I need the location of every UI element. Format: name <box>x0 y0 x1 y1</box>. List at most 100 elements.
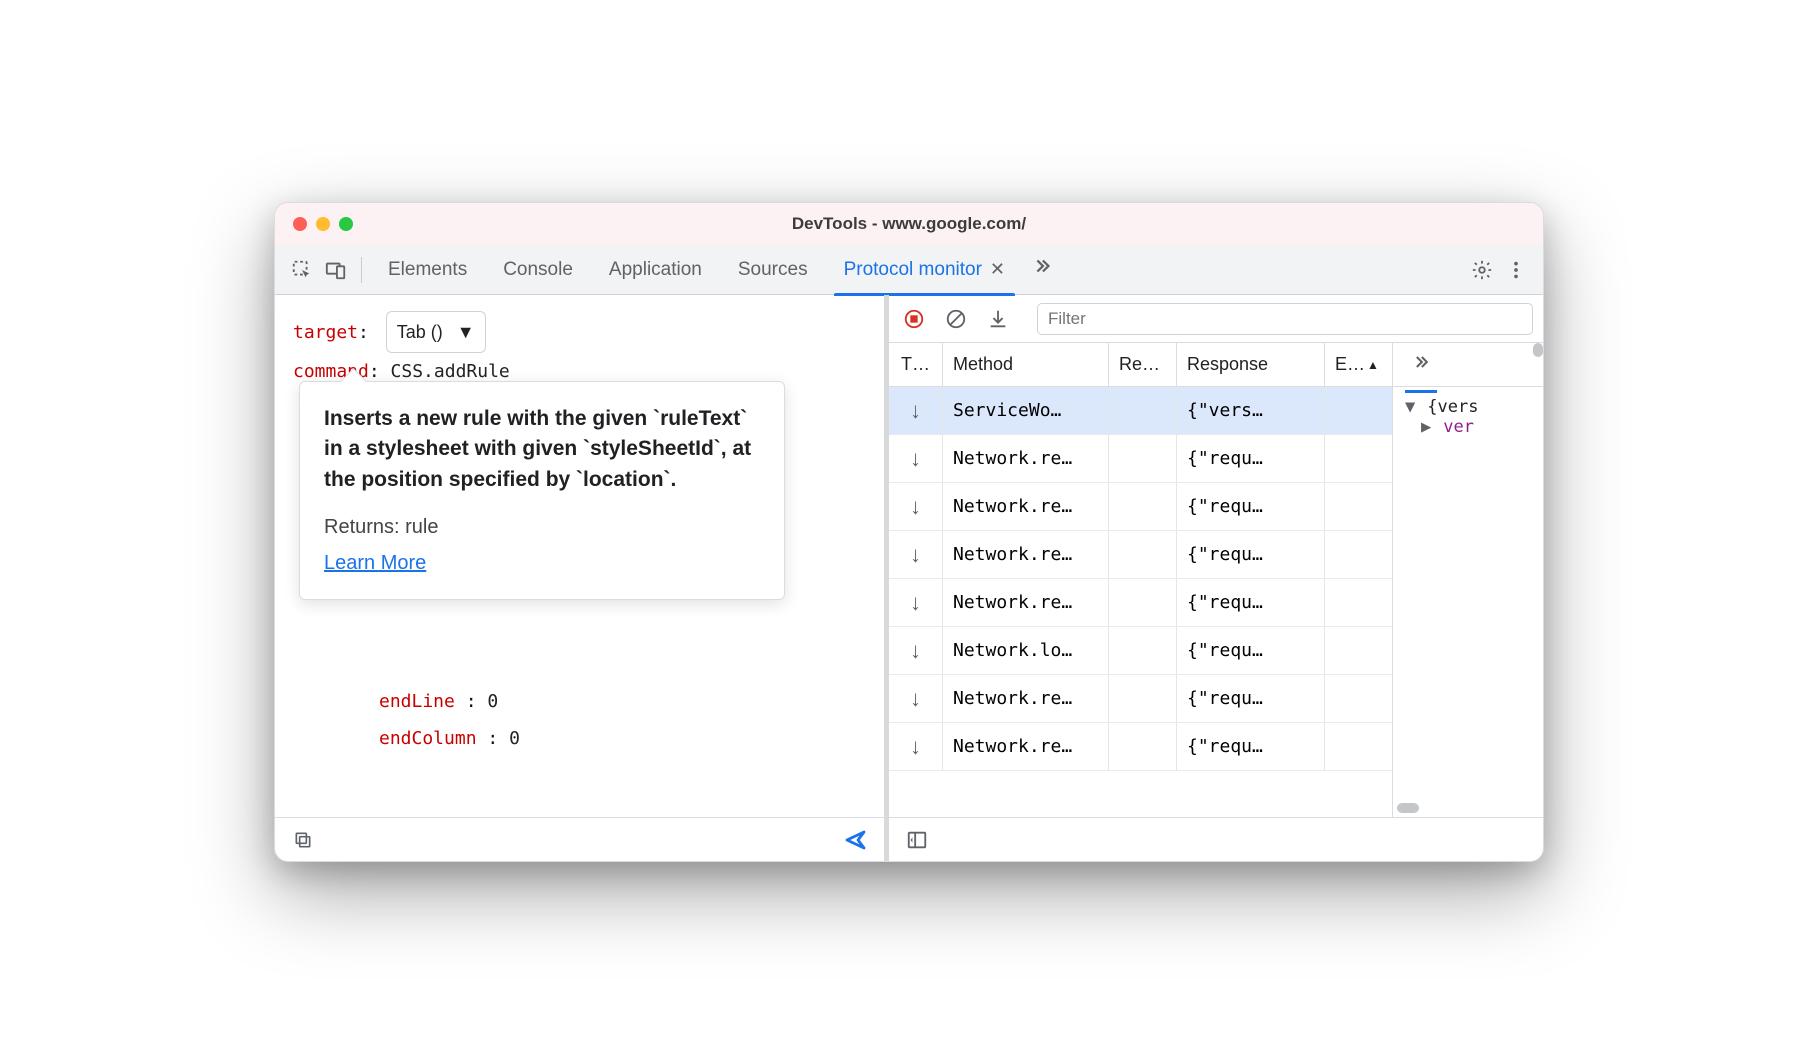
row-direction: ↓ <box>889 531 943 578</box>
table-row[interactable]: ↓Network.re…{"requ… <box>889 723 1392 771</box>
row-direction: ↓ <box>889 435 943 482</box>
row-request <box>1109 483 1177 530</box>
row-request <box>1109 627 1177 674</box>
record-button[interactable] <box>899 304 929 334</box>
row-request <box>1109 723 1177 770</box>
sort-asc-icon: ▲ <box>1367 358 1377 372</box>
row-method: Network.re… <box>943 483 1109 530</box>
tab-label: Application <box>609 259 702 281</box>
inspect-element-icon[interactable] <box>285 253 319 287</box>
clear-button[interactable] <box>941 304 971 334</box>
table-row[interactable]: ↓Network.re… {"requ… <box>889 483 1392 531</box>
inspector-more-tabs-icon[interactable] <box>1403 348 1439 382</box>
row-method: Network.re… <box>943 579 1109 626</box>
copy-icon[interactable] <box>289 826 317 854</box>
col-response-header[interactable]: Response <box>1177 343 1325 386</box>
param-line: endLine : 0 <box>379 685 866 719</box>
row-direction: ↓ <box>889 387 943 434</box>
row-response: {"requ… <box>1177 435 1325 482</box>
param-value: 0 <box>487 691 498 712</box>
param-name: endLine <box>379 691 455 712</box>
row-response: {"requ… <box>1177 483 1325 530</box>
row-elapsed <box>1325 435 1377 482</box>
row-direction: ↓ <box>889 483 943 530</box>
row-elapsed <box>1325 627 1377 674</box>
table-row[interactable]: ↓Network.re…{"requ… <box>889 675 1392 723</box>
more-menu-icon[interactable] <box>1499 253 1533 287</box>
send-command-button[interactable] <box>842 826 870 854</box>
tree-prop: ver <box>1443 417 1474 437</box>
row-method: Network.re… <box>943 531 1109 578</box>
tab-sources[interactable]: Sources <box>720 245 826 295</box>
table-row[interactable]: ↓Network.re… {"requ… <box>889 579 1392 627</box>
param-name: endColumn <box>379 728 477 749</box>
param-line: endColumn : 0 <box>379 722 866 756</box>
table-row[interactable]: ↓Network.re… {"requ… <box>889 531 1392 579</box>
col-elapsed-header[interactable]: E…▲ <box>1325 343 1377 386</box>
scrollbar[interactable] <box>1533 343 1543 357</box>
scrollbar[interactable] <box>1397 803 1419 813</box>
device-toolbar-icon[interactable] <box>319 253 353 287</box>
row-method: ServiceWo… <box>943 387 1109 434</box>
row-elapsed <box>1325 483 1377 530</box>
learn-more-link[interactable]: Learn More <box>324 552 426 574</box>
detail-inspector: ▼ {vers ▶ ver <box>1393 343 1543 817</box>
row-response: {"requ… <box>1177 627 1325 674</box>
row-elapsed <box>1325 387 1377 434</box>
command-editor-pane: target: Tab () ▼ command: CSS.addRule In… <box>275 295 889 861</box>
divider <box>361 257 362 283</box>
log-table: T… Method Re… Response E…▲ ↓ServiceWo…{"… <box>889 343 1393 817</box>
col-method-header[interactable]: Method <box>943 343 1109 386</box>
tabbar: ElementsConsoleApplicationSourcesProtoco… <box>275 245 1543 295</box>
row-request <box>1109 435 1177 482</box>
window-zoom-button[interactable] <box>339 217 353 231</box>
tooltip-description: Inserts a new rule with the given `ruleT… <box>324 404 760 495</box>
param-value: 0 <box>509 728 520 749</box>
tab-label: Elements <box>388 259 467 281</box>
tab-protocol-monitor[interactable]: Protocol monitor ✕ <box>826 245 1023 295</box>
settings-gear-icon[interactable] <box>1465 253 1499 287</box>
row-direction: ↓ <box>889 723 943 770</box>
row-request <box>1109 387 1177 434</box>
filter-input[interactable] <box>1037 303 1533 335</box>
row-method: Network.re… <box>943 675 1109 722</box>
row-direction: ↓ <box>889 675 943 722</box>
row-request <box>1109 675 1177 722</box>
table-row[interactable]: ↓Network.lo… {"requ… <box>889 627 1392 675</box>
caret-down-icon[interactable]: ▼ <box>1405 397 1417 417</box>
protocol-log-pane: T… Method Re… Response E…▲ ↓ServiceWo…{"… <box>889 295 1543 861</box>
tab-application[interactable]: Application <box>591 245 720 295</box>
command-editor[interactable]: target: Tab () ▼ command: CSS.addRule In… <box>275 295 884 817</box>
more-tabs-icon[interactable] <box>1023 255 1061 284</box>
row-method: Network.lo… <box>943 627 1109 674</box>
row-response: {"requ… <box>1177 531 1325 578</box>
window-minimize-button[interactable] <box>316 217 330 231</box>
row-direction: ↓ <box>889 579 943 626</box>
row-response: {"requ… <box>1177 579 1325 626</box>
table-row[interactable]: ↓Network.re…{"requ… <box>889 435 1392 483</box>
col-type-header[interactable]: T… <box>889 343 943 386</box>
log-footer <box>889 817 1543 861</box>
download-button[interactable] <box>983 304 1013 334</box>
caret-down-icon: ▼ <box>457 315 475 349</box>
tab-label: Protocol monitor <box>844 259 982 281</box>
tab-label: Console <box>503 259 573 281</box>
row-method: Network.re… <box>943 723 1109 770</box>
row-elapsed <box>1325 579 1377 626</box>
traffic-lights <box>293 217 353 231</box>
close-tab-icon[interactable]: ✕ <box>990 259 1005 280</box>
target-select[interactable]: Tab () ▼ <box>386 311 486 353</box>
toggle-sidebar-icon[interactable] <box>903 826 931 854</box>
tree-root: {vers <box>1427 397 1478 417</box>
command-value: CSS.addRule <box>391 361 510 382</box>
row-direction: ↓ <box>889 627 943 674</box>
col-request-header[interactable]: Re… <box>1109 343 1177 386</box>
tab-console[interactable]: Console <box>485 245 591 295</box>
tab-elements[interactable]: Elements <box>370 245 485 295</box>
caret-right-icon[interactable]: ▶ <box>1421 417 1433 437</box>
window-close-button[interactable] <box>293 217 307 231</box>
table-row[interactable]: ↓ServiceWo…{"vers… <box>889 387 1392 435</box>
inspector-body[interactable]: ▼ {vers ▶ ver <box>1393 387 1543 817</box>
row-elapsed <box>1325 531 1377 578</box>
editor-footer <box>275 817 884 861</box>
